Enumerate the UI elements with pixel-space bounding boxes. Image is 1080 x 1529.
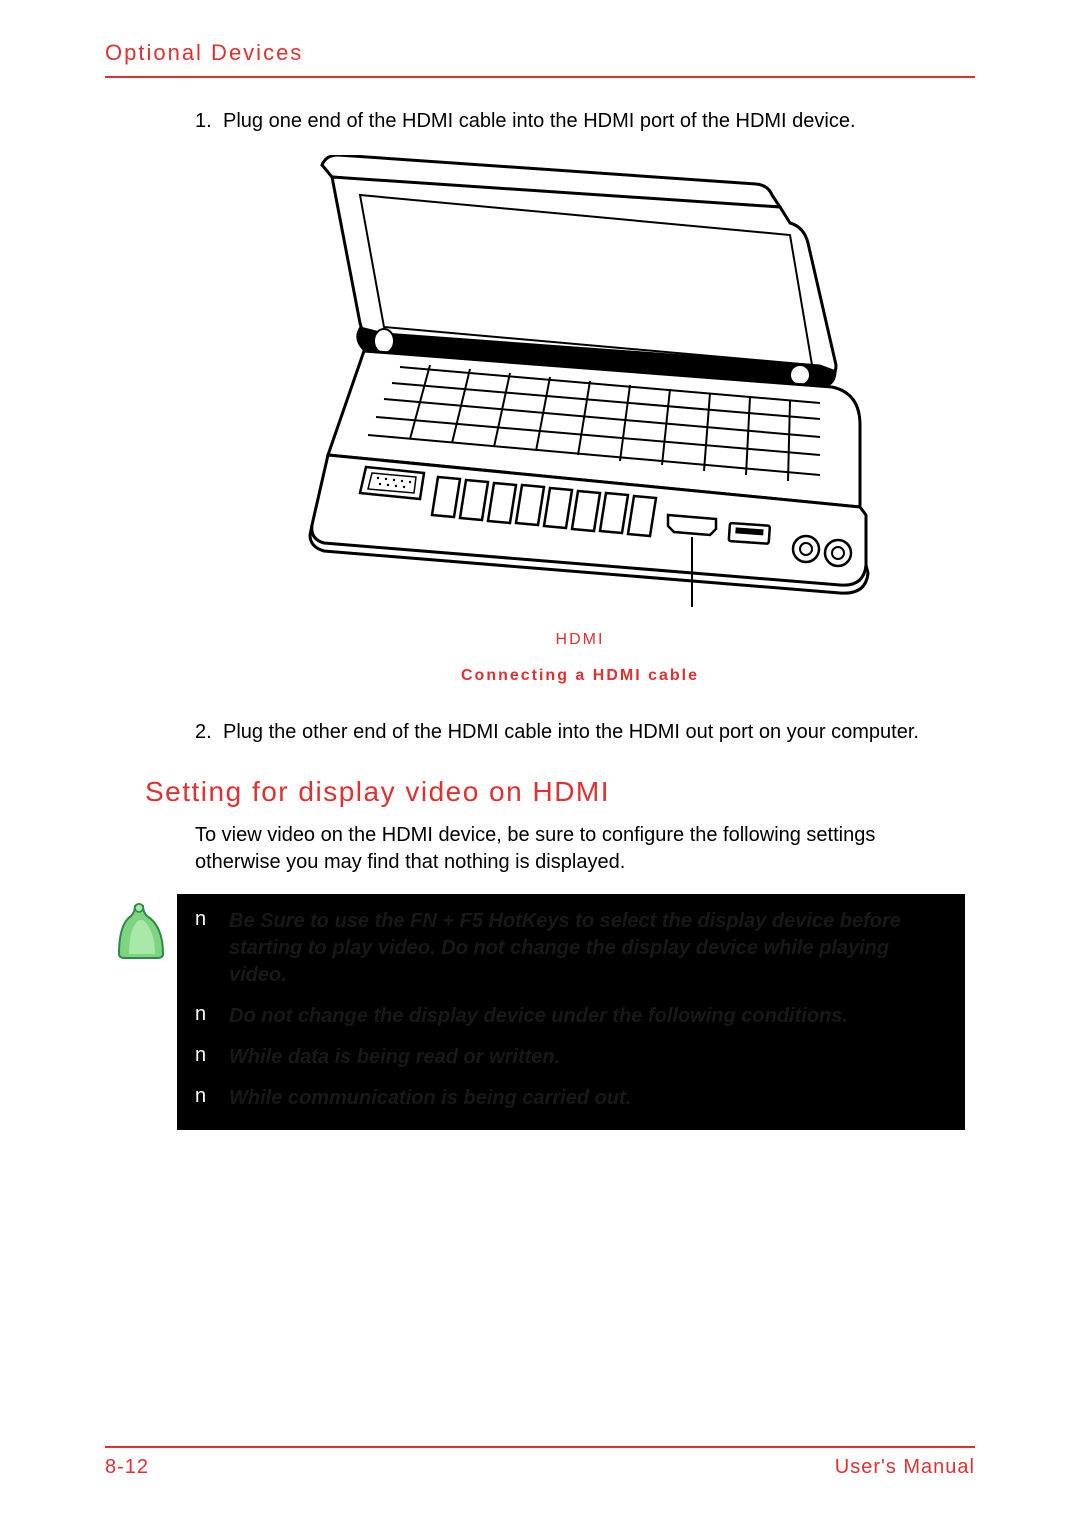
note-block: n Be Sure to use the FN + F5 HotKeys to … (115, 894, 965, 1130)
note-bullet: n (195, 1003, 229, 1026)
footer-rule (105, 1446, 975, 1448)
note-item: n While communication is being carried o… (195, 1085, 947, 1112)
note-text: While communication is being carried out… (229, 1085, 631, 1112)
page-header: Optional Devices (105, 40, 975, 78)
section-heading: Setting for display video on HDMI (105, 776, 965, 808)
note-text: Be Sure to use the FN + F5 HotKeys to se… (229, 908, 947, 989)
step-1-text: Plug one end of the HDMI cable into the … (223, 108, 856, 135)
figure-caption: Connecting a HDMI cable (195, 667, 965, 685)
step-2-text: Plug the other end of the HDMI cable int… (223, 719, 919, 746)
hdmi-port-icon (668, 515, 716, 535)
hdmi-label: HDMI (195, 631, 965, 649)
note-item: n Be Sure to use the FN + F5 HotKeys to … (195, 908, 947, 989)
note-item: n While data is being read or written. (195, 1044, 947, 1071)
header-title: Optional Devices (105, 40, 975, 66)
vga-port-icon (360, 467, 424, 499)
note-box: n Be Sure to use the FN + F5 HotKeys to … (177, 894, 965, 1130)
note-bullet: n (195, 1085, 229, 1108)
section-intro: To view video on the HDMI device, be sur… (195, 822, 965, 876)
figure-laptop-hdmi: HDMI Connecting a HDMI cable (195, 155, 965, 685)
step-2-number: 2. (195, 719, 223, 746)
page-footer: 8-12 User's Manual (105, 1446, 975, 1479)
step-1: 1. Plug one end of the HDMI cable into t… (195, 108, 965, 135)
note-bullet: n (195, 1044, 229, 1067)
note-text: While data is being read or written. (229, 1044, 560, 1071)
note-text: Do not change the display device under t… (229, 1003, 848, 1030)
body-content: 1. Plug one end of the HDMI cable into t… (105, 78, 975, 1130)
step-1-number: 1. (195, 108, 223, 135)
doc-title: User's Manual (835, 1456, 975, 1479)
laptop-hdmi-illustration (260, 155, 900, 625)
page-number: 8-12 (105, 1456, 149, 1479)
note-bullet: n (195, 908, 229, 931)
step-2: 2. Plug the other end of the HDMI cable … (195, 719, 965, 746)
info-icon (115, 894, 177, 965)
note-item: n Do not change the display device under… (195, 1003, 947, 1030)
